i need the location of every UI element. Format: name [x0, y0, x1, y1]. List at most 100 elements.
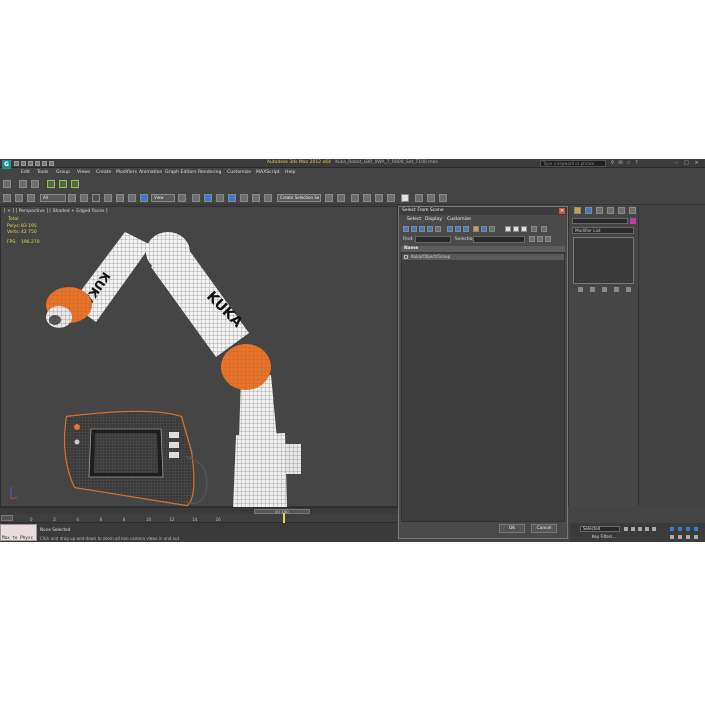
undo-toolbar-icon[interactable]	[3, 194, 11, 202]
display-cameras-icon[interactable]	[427, 226, 433, 232]
menu-views[interactable]: Views	[77, 170, 90, 175]
show-end-result-icon[interactable]	[590, 287, 595, 292]
menu-edit[interactable]: Edit	[21, 170, 30, 175]
dialog-close-icon[interactable]: ×	[559, 208, 565, 214]
link-icon[interactable]	[27, 194, 35, 202]
render-production-icon[interactable]	[439, 194, 447, 202]
dialog-menu-display[interactable]: Display	[425, 217, 442, 222]
move-icon[interactable]	[116, 194, 124, 202]
spinner-snap-icon[interactable]	[252, 194, 260, 202]
zoom-icon[interactable]	[670, 527, 674, 531]
dialog-menu-customize[interactable]: Customize	[447, 217, 471, 222]
display-spacewarps-icon[interactable]	[447, 226, 453, 232]
display-tab-icon[interactable]	[618, 207, 625, 214]
edit-named-selection-icon[interactable]	[264, 194, 272, 202]
perspective-viewport[interactable]: [ + ] [ Perspective ] [ Shaded + Edged F…	[0, 206, 398, 508]
close-icon[interactable]: ×	[694, 161, 699, 166]
layer-explorer-icon[interactable]	[351, 194, 359, 202]
align-icon[interactable]	[337, 194, 345, 202]
key-filters-button[interactable]: Key Filters...	[592, 534, 616, 539]
display-shapes-icon[interactable]	[411, 226, 417, 232]
window-crossing-icon[interactable]	[104, 194, 112, 202]
find-input[interactable]	[415, 236, 451, 243]
ok-button[interactable]: OK	[499, 524, 525, 533]
menu-group[interactable]: Group	[56, 170, 70, 175]
display-bones-icon[interactable]	[473, 226, 479, 232]
create-tab-icon[interactable]	[574, 207, 581, 214]
select-all-icon[interactable]	[505, 226, 511, 232]
make-unique-icon[interactable]	[602, 287, 607, 292]
percent-snap-icon[interactable]	[240, 194, 248, 202]
selection-set-add-icon[interactable]	[529, 236, 535, 242]
modifier-stack[interactable]	[573, 237, 634, 284]
zoom-all-icon[interactable]	[678, 527, 682, 531]
motion-tab-icon[interactable]	[607, 207, 614, 214]
key-mode-dropdown[interactable]: Selected	[580, 526, 620, 532]
render-setup-icon[interactable]	[415, 194, 423, 202]
display-groups-icon[interactable]	[455, 226, 461, 232]
display-lights-icon[interactable]	[419, 226, 425, 232]
go-to-start-icon[interactable]	[624, 527, 628, 531]
display-xrefs-icon[interactable]	[463, 226, 469, 232]
menu-rendering[interactable]: Rendering	[198, 170, 221, 175]
material-editor-icon[interactable]	[401, 194, 409, 202]
object-name-field[interactable]	[572, 218, 628, 224]
menu-animation[interactable]: Animation	[139, 170, 162, 175]
curve-editor-icon[interactable]	[375, 194, 383, 202]
pin-stack-icon[interactable]	[578, 287, 583, 292]
keyboard-shortcut-icon[interactable]	[204, 194, 212, 202]
binoculars-icon[interactable]: ⚲	[610, 161, 615, 166]
pan-icon[interactable]	[678, 535, 682, 539]
zoom-extents-all-icon[interactable]	[694, 527, 698, 531]
modifier-list-dropdown[interactable]: Modifier List	[572, 227, 634, 234]
named-selection-dropdown[interactable]: Create Selection Se	[277, 194, 321, 202]
freeze-layer-icon[interactable]	[71, 180, 79, 188]
configure-sets-icon[interactable]	[626, 287, 631, 292]
utilities-tab-icon[interactable]	[629, 207, 636, 214]
layer-manager-icon[interactable]	[3, 180, 11, 188]
schematic-view-icon[interactable]	[387, 194, 395, 202]
scale-icon[interactable]	[140, 194, 148, 202]
search-input[interactable]: Type a keyword or phrase	[540, 160, 606, 167]
previous-frame-icon[interactable]	[631, 527, 635, 531]
subscription-icon[interactable]: ✉	[618, 161, 623, 166]
redo-toolbar-icon[interactable]	[15, 194, 23, 202]
menu-maxscript[interactable]: MAXScript	[256, 170, 280, 175]
mirror-icon[interactable]	[325, 194, 333, 202]
help-icon[interactable]: ?	[634, 161, 639, 166]
maximize-icon[interactable]: □	[684, 161, 689, 166]
filter-icon[interactable]	[531, 226, 537, 232]
snaps-toggle-icon[interactable]	[216, 194, 224, 202]
dialog-title[interactable]: Select From Scene	[399, 207, 567, 215]
object-color-swatch[interactable]	[630, 218, 636, 224]
orbit-icon[interactable]	[686, 535, 690, 539]
dialog-menu-select[interactable]: Select	[407, 217, 421, 222]
rendered-frame-window-icon[interactable]	[427, 194, 435, 202]
play-icon[interactable]	[638, 527, 642, 531]
add-to-layer-icon[interactable]	[31, 180, 39, 188]
list-item[interactable]: Kuka/Object/Group	[402, 254, 564, 260]
time-slider[interactable]: 0 / 100	[0, 507, 398, 514]
sync-selection-icon[interactable]	[541, 226, 547, 232]
selection-set-dropdown[interactable]	[473, 236, 525, 243]
select-none-icon[interactable]	[513, 226, 519, 232]
graphite-ribbon-icon[interactable]	[363, 194, 371, 202]
rectangular-selection-icon[interactable]	[92, 194, 100, 202]
layers-icon[interactable]	[19, 180, 27, 188]
current-frame-marker[interactable]	[283, 513, 285, 523]
maxscript-listener[interactable]: Max to Physc	[0, 524, 37, 541]
select-invert-icon[interactable]	[521, 226, 527, 232]
modify-tab-icon[interactable]	[585, 207, 592, 214]
cancel-button[interactable]: Cancel	[531, 524, 557, 533]
angle-snap-icon[interactable]	[228, 194, 236, 202]
go-to-end-icon[interactable]	[652, 527, 656, 531]
display-helpers-icon[interactable]	[435, 226, 441, 232]
highlight-layer-icon[interactable]	[59, 180, 67, 188]
selection-set-options-icon[interactable]	[545, 236, 551, 242]
minimize-icon[interactable]: –	[674, 161, 679, 166]
zoom-extents-icon[interactable]	[686, 527, 690, 531]
display-geometry-icon[interactable]	[403, 226, 409, 232]
menu-customize[interactable]: Customize	[227, 170, 251, 175]
selection-set-remove-icon[interactable]	[537, 236, 543, 242]
selection-filter-dropdown[interactable]: All	[40, 194, 66, 202]
